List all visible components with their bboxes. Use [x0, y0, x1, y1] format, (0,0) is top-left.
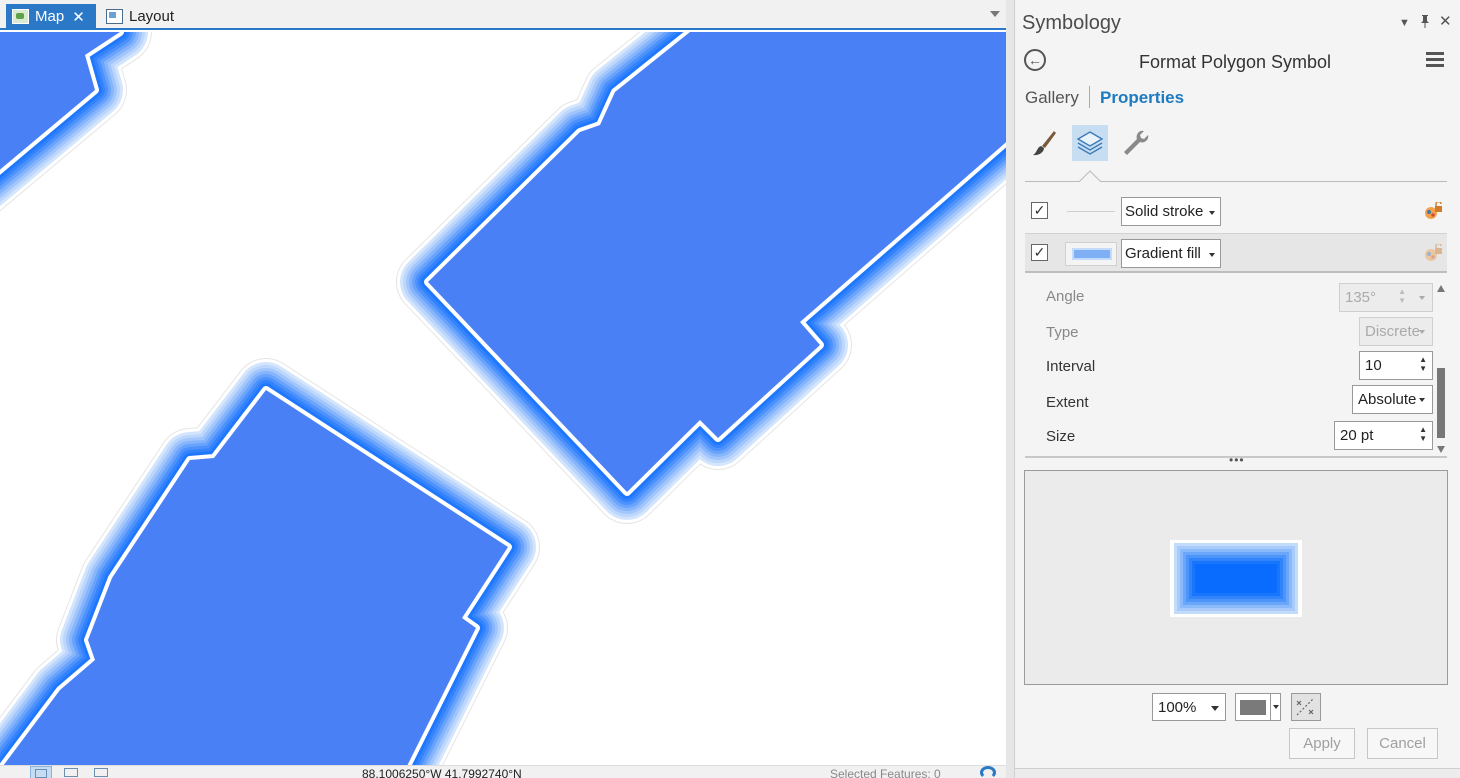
dropdown-arrow-icon[interactable] — [1270, 694, 1281, 720]
tab-map[interactable]: Map ✕ — [6, 4, 96, 29]
gradient-swatch — [1065, 242, 1117, 266]
gradient-properties: Angle 135° ▲ ▼ Type Discrete Interval 10 … — [1025, 283, 1447, 453]
size-value: 20 pt — [1340, 427, 1374, 444]
format-symbol-title: Format Polygon Symbol — [1138, 52, 1332, 72]
interval-label: Interval — [1046, 358, 1096, 375]
layer-type-label: Solid stroke — [1125, 203, 1204, 220]
symbol-layer-gradient[interactable]: ✓ Gradient fill — [1025, 233, 1447, 273]
status-bar: 88.1006250°W 41.7992740°N Selected Featu… — [0, 765, 1006, 778]
extent-label: Extent — [1046, 394, 1089, 411]
angle-value: 135° — [1345, 289, 1377, 306]
preview-zoom-dropdown[interactable]: 100% — [1152, 693, 1226, 721]
polygon-top-left[interactable] — [0, 32, 152, 220]
dropdown-arrow-icon — [1211, 706, 1219, 711]
tab-gallery[interactable]: Gallery — [1025, 88, 1079, 108]
tab-properties[interactable]: Properties — [1100, 88, 1184, 108]
extent-value: Absolute — [1358, 391, 1417, 408]
spinner-icon[interactable]: ▲ ▼ — [1419, 425, 1427, 443]
preview-swatch — [1170, 540, 1302, 617]
scrollbar-thumb[interactable] — [1437, 368, 1445, 438]
polygon-fill — [428, 32, 1006, 492]
pane-splitter[interactable] — [1006, 0, 1014, 778]
polygon-fill — [3, 390, 508, 765]
refresh-icon[interactable] — [980, 766, 996, 778]
layer-type-dropdown[interactable]: Gradient fill — [1121, 239, 1221, 268]
cancel-button[interactable]: Cancel — [1367, 728, 1438, 759]
preview-grid-toggle-button[interactable] — [1291, 693, 1321, 721]
tab-separator — [1089, 86, 1090, 108]
zoom-value: 100% — [1158, 699, 1197, 716]
layer-visibility-checkbox[interactable]: ✓ — [1031, 202, 1048, 219]
symbol-layer-stroke[interactable]: ✓ Solid stroke — [1025, 192, 1447, 232]
interval-value: 10 — [1365, 357, 1382, 374]
size-label: Size — [1046, 428, 1076, 445]
spinner-icon: ▲ ▼ — [1398, 287, 1406, 305]
color-lock-icon[interactable] — [1423, 244, 1443, 262]
map-drawing — [0, 32, 1006, 765]
map-view: Map ✕ Layout 88.1006250°W 41.7992740°N S… — [0, 0, 1006, 778]
hamburger-menu-icon[interactable] — [1426, 52, 1444, 67]
polygon-center[interactable] — [396, 32, 1006, 524]
angle-label: Angle — [1046, 288, 1085, 305]
stroke-swatch — [1065, 200, 1117, 224]
extent-dropdown[interactable]: Absolute — [1352, 385, 1433, 414]
apply-button[interactable]: Apply — [1289, 728, 1355, 759]
tab-map-label: Map — [35, 8, 65, 25]
color-swatch — [1240, 700, 1266, 715]
polygon-bottom[interactable] — [0, 358, 540, 765]
type-label: Type — [1046, 324, 1079, 341]
close-icon[interactable]: ✕ — [72, 8, 85, 26]
symbol-preview — [1024, 470, 1448, 685]
preview-background-color-button[interactable] — [1235, 693, 1281, 721]
coordinate-readout: 88.1006250°W 41.7992740°N — [362, 767, 522, 778]
type-dropdown: Discrete — [1359, 317, 1433, 346]
paintbrush-icon[interactable] — [1027, 125, 1063, 161]
spinner-icon[interactable]: ▲ ▼ — [1419, 355, 1427, 373]
dropdown-arrow-icon — [1419, 398, 1425, 402]
dropdown-arrow-icon — [1209, 211, 1215, 215]
active-tab-caret — [1079, 170, 1101, 182]
close-icon[interactable]: ✕ — [1439, 12, 1452, 30]
pane-options-icon[interactable]: ▼ — [1399, 17, 1410, 29]
scroll-up-icon[interactable] — [1437, 285, 1445, 292]
layout-icon — [106, 9, 123, 24]
properties-scrollbar[interactable] — [1435, 283, 1447, 455]
size-input[interactable]: 20 pt ▲ ▼ — [1334, 421, 1433, 450]
chevron-down-icon[interactable] — [990, 11, 1000, 17]
layer-type-dropdown[interactable]: Solid stroke — [1121, 197, 1221, 226]
table-view-button[interactable] — [90, 766, 112, 778]
dropdown-arrow-icon — [1419, 296, 1425, 300]
interval-input[interactable]: 10 ▲ ▼ — [1359, 351, 1433, 380]
type-value: Discrete — [1365, 323, 1421, 340]
symbology-pane: Symbology ▼ ✕ ← Format Polygon Symbol Ga… — [1014, 0, 1460, 778]
pin-icon[interactable] — [1420, 14, 1430, 31]
pane-title: Symbology — [1022, 12, 1121, 34]
map-canvas[interactable] — [0, 32, 1006, 765]
layer-type-label: Gradient fill — [1125, 245, 1201, 262]
tab-layout-label: Layout — [129, 8, 175, 25]
scroll-down-icon[interactable] — [1437, 446, 1445, 453]
dropdown-arrow-icon — [1209, 253, 1215, 257]
drag-handle-icon[interactable]: ••• — [1229, 454, 1245, 466]
layer-visibility-checkbox[interactable]: ✓ — [1031, 244, 1048, 261]
grid-toggle-icon — [1296, 697, 1315, 716]
layers-icon[interactable] — [1072, 125, 1108, 161]
grid-view-button[interactable] — [30, 766, 52, 778]
color-lock-icon[interactable] — [1423, 202, 1443, 220]
selected-features-count[interactable]: Selected Features: 0 — [830, 767, 941, 778]
dropdown-arrow-icon — [1419, 330, 1425, 334]
pane-bottom-tabs — [1015, 768, 1460, 778]
document-tab-bar: Map ✕ Layout — [0, 0, 1006, 30]
angle-input: 135° ▲ ▼ — [1339, 283, 1433, 312]
tab-layout[interactable]: Layout — [100, 4, 200, 29]
map-icon — [12, 9, 29, 24]
layout-view-button[interactable] — [60, 766, 82, 778]
wrench-icon[interactable] — [1117, 125, 1153, 161]
